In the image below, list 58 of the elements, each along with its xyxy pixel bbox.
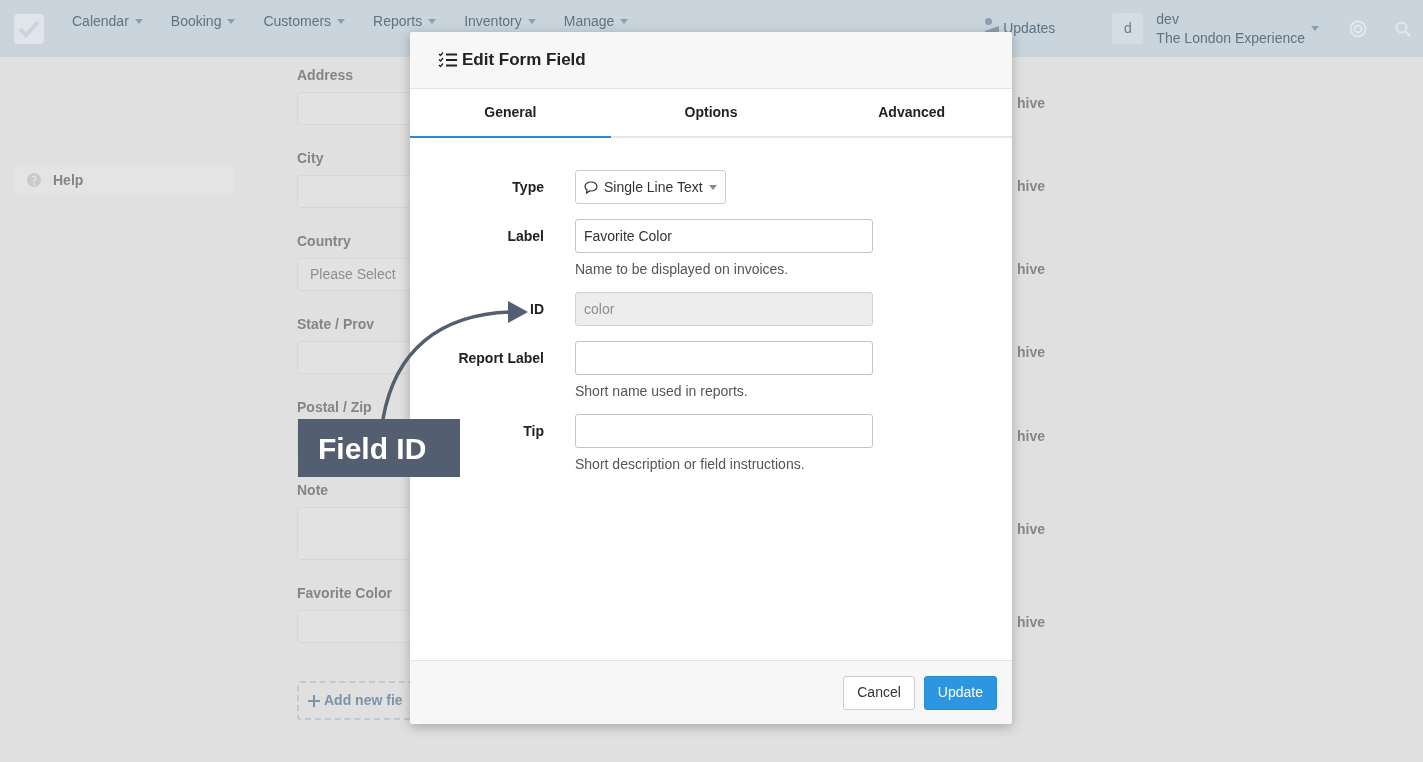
field-label: Report Label xyxy=(458,349,544,368)
update-button[interactable]: Update xyxy=(923,675,997,710)
user-name: dev xyxy=(1156,9,1180,29)
cancel-button[interactable]: Cancel xyxy=(843,675,915,710)
help-icon xyxy=(27,173,41,187)
field-label: Tip xyxy=(523,422,544,441)
archive-link[interactable]: hive xyxy=(1017,261,1045,277)
lifebuoy-icon[interactable] xyxy=(1349,19,1367,38)
search-icon[interactable] xyxy=(1395,20,1411,37)
avatar: d xyxy=(1112,13,1144,44)
archive-link[interactable]: hive xyxy=(1017,178,1045,194)
plus-icon xyxy=(308,694,320,707)
field-label: City xyxy=(297,149,324,167)
caret-icon xyxy=(134,18,143,24)
dialog-title: Edit Form Field xyxy=(462,49,586,72)
field-label: Label xyxy=(507,227,544,246)
field-label: Note xyxy=(297,481,329,499)
archive-link[interactable]: hive xyxy=(1017,428,1045,444)
caret-icon xyxy=(428,18,437,24)
nav-menu[interactable]: Customers xyxy=(263,13,346,29)
field-label: Postal / Zip xyxy=(297,398,372,416)
caret-icon xyxy=(337,18,346,24)
field-label: State / Prov xyxy=(297,315,375,333)
field-label: ID xyxy=(530,300,544,319)
nav-menu[interactable]: Manage xyxy=(563,13,629,29)
field-label: Country xyxy=(297,232,351,250)
company-name: The London Experience xyxy=(1156,28,1305,48)
sidebar-item[interactable]: Help xyxy=(14,165,234,195)
archive-link[interactable]: hive xyxy=(1017,95,1045,111)
type-select[interactable]: Single Line Text xyxy=(575,170,726,204)
field-id-callout: Field ID xyxy=(298,419,460,477)
speech-bubble-icon xyxy=(584,180,598,194)
checklist-icon xyxy=(438,52,458,68)
help-text: Short description or field instructions. xyxy=(575,456,805,472)
nav-menu[interactable]: Inventory xyxy=(464,13,536,29)
tab[interactable]: General xyxy=(410,89,611,138)
caret-icon xyxy=(1311,26,1319,31)
help-text: Short name used in reports. xyxy=(575,383,748,399)
updates-link[interactable]: Updates xyxy=(1003,18,1056,39)
input-field[interactable]: Favorite Color xyxy=(575,219,873,253)
nav-menu[interactable]: Calendar xyxy=(72,13,143,29)
tab[interactable]: Advanced xyxy=(811,89,1012,138)
archive-link[interactable]: hive xyxy=(1017,614,1045,630)
nav-menu[interactable]: Booking xyxy=(170,13,236,29)
input-field[interactable] xyxy=(575,414,873,448)
input-field[interactable] xyxy=(575,341,873,375)
field-label: Type xyxy=(512,178,544,197)
archive-link[interactable]: hive xyxy=(1017,344,1045,360)
archive-link[interactable]: hive xyxy=(1017,521,1045,537)
field-label: Address xyxy=(297,66,354,84)
caret-icon xyxy=(620,18,629,24)
help-text: Name to be displayed on invoices. xyxy=(575,261,789,277)
caret-icon xyxy=(708,184,717,190)
caret-icon xyxy=(227,18,236,24)
nav-menu[interactable]: Reports xyxy=(373,13,437,29)
caret-icon xyxy=(527,18,536,24)
field-label: Favorite Color xyxy=(297,584,392,602)
tab[interactable]: Options xyxy=(610,89,812,138)
